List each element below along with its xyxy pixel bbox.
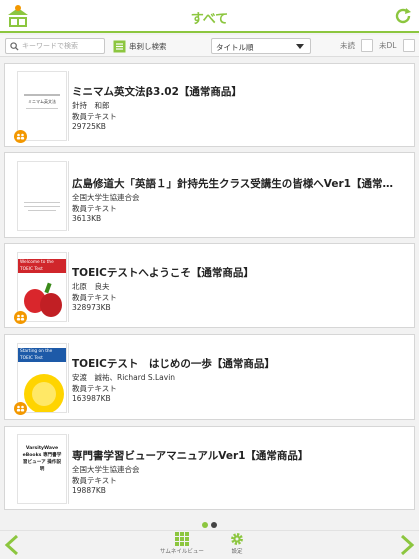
- page-dot-active: [202, 522, 208, 528]
- search-icon: [10, 41, 19, 51]
- book-info: ミニマム英文法β3.02【通常商品】 針持 和郎 教員テキスト 29725KB: [72, 85, 410, 133]
- book-cover-text: ミニマム英文法: [28, 99, 56, 104]
- book-author: 北原 良夫: [72, 282, 110, 291]
- book-title: TOEICテスト はじめの一歩【通常商品】: [72, 358, 275, 370]
- divider: [68, 161, 69, 231]
- unread-checkbox[interactable]: [361, 39, 373, 52]
- book-author: 全国大学生協連合会: [72, 193, 140, 202]
- book-title: ミニマム英文法β3.02【通常商品】: [72, 86, 242, 98]
- book-cover: [17, 161, 67, 231]
- book-info: 広島修道大「英語１」針持先生クラス受講生の皆様へVer1【通常… 全国大学生協連…: [72, 177, 410, 225]
- book-category: 教員テキスト: [72, 383, 117, 393]
- refresh-icon[interactable]: [393, 6, 413, 26]
- sort-select[interactable]: タイトル順: [211, 38, 311, 54]
- book-info: TOEICテスト はじめの一歩【通常商品】 安渡 誠祐、Richard S.La…: [72, 357, 410, 405]
- search-input[interactable]: [22, 39, 100, 53]
- filter-toolbar: 串刺し検索 タイトル順 未読 未DL: [0, 35, 419, 57]
- cross-search-icon: [113, 40, 126, 52]
- book-cover-text: VarsityWave eBooks 専門書学習ビューア 操作説明: [22, 446, 62, 472]
- book-category: 教員テキスト: [72, 475, 117, 485]
- chevron-down-icon: [296, 44, 304, 49]
- divider: [68, 343, 69, 413]
- book-author: 安渡 誠祐、Richard S.Lavin: [72, 373, 176, 382]
- book-title: TOEICテストへようこそ【通常商品】: [72, 267, 254, 279]
- sort-selected-label: タイトル順: [216, 43, 254, 52]
- book-row[interactable]: Welcome to the TOEIC Test TOEICテストへようこそ【…: [4, 243, 415, 328]
- page-dot: [211, 522, 217, 528]
- cross-search-button[interactable]: 串刺し検索: [113, 39, 167, 53]
- book-info: TOEICテストへようこそ【通常商品】 北原 良夫 教員テキスト 328973K…: [72, 266, 410, 314]
- book-size: 163987KB: [72, 394, 111, 403]
- divider: [68, 434, 69, 504]
- group-badge-icon: [14, 311, 27, 324]
- book-size: 29725KB: [72, 122, 106, 131]
- book-row[interactable]: 広島修道大「英語１」針持先生クラス受講生の皆様へVer1【通常… 全国大学生協連…: [4, 152, 415, 238]
- cross-search-label: 串刺し検索: [129, 41, 167, 51]
- not-downloaded-checkbox[interactable]: [403, 39, 415, 52]
- book-cover-text: Starting on the TOEIC Test: [20, 349, 53, 361]
- page-indicator: [202, 522, 217, 528]
- book-title: 専門書学習ビューアマニュアルVer1【通常商品】: [72, 450, 309, 462]
- book-info: 専門書学習ビューアマニュアルVer1【通常商品】 全国大学生協連合会 教員テキス…: [72, 449, 410, 497]
- book-size: 19887KB: [72, 486, 106, 495]
- book-author: 全国大学生協連合会: [72, 465, 140, 474]
- book-category: 教員テキスト: [72, 203, 117, 213]
- group-badge-icon: [14, 130, 27, 143]
- group-badge-icon: [14, 402, 27, 415]
- book-row[interactable]: VarsityWave eBooks 専門書学習ビューア 操作説明 専門書学習ビ…: [4, 426, 415, 510]
- settings-button[interactable]: 設定: [230, 532, 244, 555]
- page-title: すべて: [190, 12, 229, 27]
- book-row[interactable]: Starting on the TOEIC Test TOEICテスト はじめの…: [4, 334, 415, 420]
- divider: [68, 252, 69, 322]
- book-author: 針持 和郎: [72, 101, 110, 110]
- book-size: 3613KB: [72, 214, 102, 223]
- divider: [68, 71, 69, 141]
- top-bar: すべて: [0, 0, 419, 33]
- thumbnail-view-button[interactable]: サムネイルビュー: [160, 532, 204, 555]
- book-cover: VarsityWave eBooks 専門書学習ビューア 操作説明: [17, 434, 67, 504]
- book-size: 328973KB: [72, 303, 111, 312]
- gear-icon: [231, 533, 243, 545]
- book-category: 教員テキスト: [72, 292, 117, 302]
- book-row[interactable]: ミニマム英文法 ミニマム英文法β3.02【通常商品】 針持 和郎 教員テキスト …: [4, 63, 415, 147]
- unread-filter-label: 未読: [340, 41, 355, 50]
- book-category: 教員テキスト: [72, 111, 117, 121]
- book-cover-text: Welcome to the TOEIC Test: [20, 260, 54, 272]
- thumbnail-view-label: サムネイルビュー: [160, 549, 204, 555]
- bottom-bar: [0, 530, 419, 559]
- not-downloaded-filter-label: 未DL: [379, 41, 397, 50]
- book-title: 広島修道大「英語１」針持先生クラス受講生の皆様へVer1【通常…: [72, 178, 393, 190]
- grid-icon: [174, 532, 189, 546]
- chevron-right-icon[interactable]: [399, 534, 415, 556]
- search-box[interactable]: [5, 38, 105, 54]
- settings-label: 設定: [231, 549, 243, 555]
- chevron-left-icon[interactable]: [4, 534, 20, 556]
